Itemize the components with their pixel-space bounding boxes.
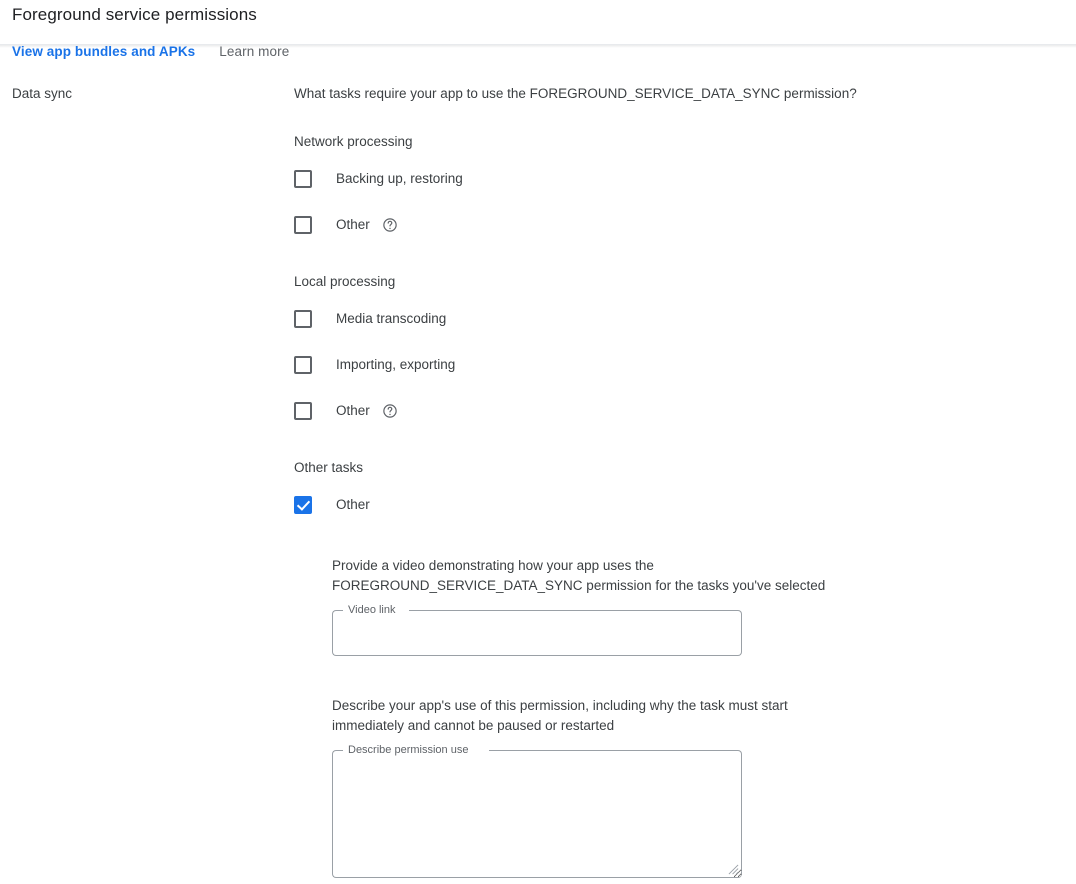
checkbox-label: Other bbox=[336, 403, 370, 418]
data-sync-section: Data sync What tasks require your app to… bbox=[0, 78, 1076, 878]
checkbox-other-tasks-other[interactable] bbox=[294, 496, 312, 514]
checkbox-label: Backing up, restoring bbox=[336, 171, 463, 186]
help-circle-icon[interactable] bbox=[382, 403, 398, 419]
video-link-input[interactable] bbox=[332, 610, 742, 656]
learn-more-link[interactable]: Learn more bbox=[219, 43, 289, 61]
group-title: Local processing bbox=[294, 274, 396, 289]
checkbox-importing-exporting[interactable] bbox=[294, 356, 312, 374]
video-link-field[interactable]: Video link bbox=[332, 603, 742, 656]
checkbox-label: Other bbox=[336, 217, 370, 232]
checkbox-label: Importing, exporting bbox=[336, 357, 456, 372]
field-spacer bbox=[332, 656, 1056, 696]
describe-permission-textarea[interactable] bbox=[332, 750, 742, 878]
group-title: Other tasks bbox=[294, 460, 364, 475]
section-main: What tasks require your app to use the F… bbox=[294, 78, 1076, 878]
checkbox-backing-up-restoring[interactable] bbox=[294, 170, 312, 188]
group-other-tasks: Other tasks Other bbox=[294, 458, 1056, 524]
section-label-data-sync: Data sync bbox=[12, 86, 73, 101]
group-title: Network processing bbox=[294, 134, 413, 149]
permission-question: What tasks require your app to use the F… bbox=[294, 86, 857, 101]
video-link-block: Provide a video demonstrating how your a… bbox=[332, 556, 1056, 656]
other-tasks-subform: Provide a video demonstrating how your a… bbox=[294, 556, 1056, 878]
checkbox-label: Media transcoding bbox=[336, 311, 447, 326]
video-link-prompt: Provide a video demonstrating how your a… bbox=[332, 558, 826, 593]
group-local-processing: Local processing Media transcoding Impor… bbox=[294, 272, 1056, 430]
checkbox-row[interactable]: Other bbox=[294, 392, 1056, 430]
content-area: Data sync What tasks require your app to… bbox=[0, 78, 1076, 878]
checkbox-row[interactable]: Media transcoding bbox=[294, 300, 1056, 338]
checkbox-local-other[interactable] bbox=[294, 402, 312, 420]
checkbox-row[interactable]: Importing, exporting bbox=[294, 346, 1056, 384]
describe-permission-block: Describe your app's use of this permissi… bbox=[332, 696, 1056, 878]
checkbox-row[interactable]: Other bbox=[294, 206, 1056, 244]
checkbox-label: Other bbox=[336, 497, 370, 512]
checkbox-row[interactable]: Other bbox=[294, 486, 1056, 524]
page-header: Foreground service permissions bbox=[0, 0, 1076, 45]
header-links: View app bundles and APKs Learn more bbox=[12, 43, 289, 61]
view-app-bundles-and-apks-link[interactable]: View app bundles and APKs bbox=[12, 43, 195, 61]
help-circle-icon[interactable] bbox=[382, 217, 398, 233]
describe-permission-field[interactable]: Describe permission use bbox=[332, 743, 742, 878]
describe-permission-prompt: Describe your app's use of this permissi… bbox=[332, 698, 788, 733]
checkbox-media-transcoding[interactable] bbox=[294, 310, 312, 328]
page-title: Foreground service permissions bbox=[12, 5, 257, 24]
checkbox-row[interactable]: Backing up, restoring bbox=[294, 160, 1056, 198]
group-network-processing: Network processing Backing up, restoring… bbox=[294, 132, 1056, 244]
checkbox-network-other[interactable] bbox=[294, 216, 312, 234]
